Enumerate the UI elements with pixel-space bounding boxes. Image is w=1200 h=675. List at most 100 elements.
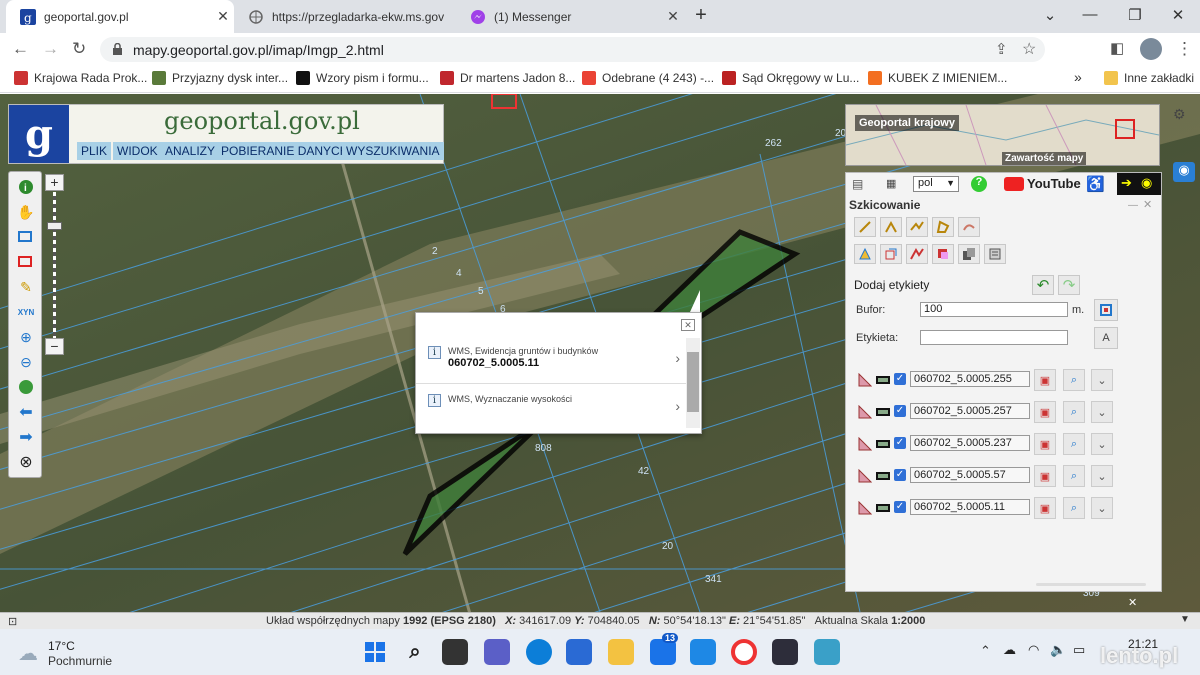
other-bookmarks[interactable]: Inne zakładki	[1104, 71, 1194, 85]
draw-line-icon[interactable]	[880, 217, 902, 237]
delete-sketch-icon[interactable]: ▣	[1034, 369, 1056, 391]
zoom-to-sketch-icon[interactable]: ⌕	[1063, 497, 1085, 519]
label-input[interactable]	[920, 330, 1068, 345]
move-shape-icon[interactable]	[880, 244, 902, 264]
chevron-right-icon[interactable]: ›	[675, 398, 680, 414]
redo-icon[interactable]: ↷	[1058, 275, 1080, 295]
menu-plik[interactable]: PLIK	[77, 142, 112, 160]
zoom-in-button[interactable]: +	[45, 174, 64, 191]
status-toggle-icon[interactable]: ⊡	[8, 615, 17, 628]
panel-close-icon[interactable]: ✕	[1143, 198, 1152, 211]
undo-icon[interactable]: ↶	[1032, 275, 1054, 295]
zoom-to-sketch-icon[interactable]: ⌕	[1063, 433, 1085, 455]
panel-minimize-icon[interactable]: —	[1128, 200, 1138, 211]
zoom-to-sketch-icon[interactable]: ⌕	[1063, 465, 1085, 487]
tab-ekw[interactable]: https://przegladarka-ekw.ms.gov	[234, 0, 456, 33]
expand-chevron-icon[interactable]: ⌄	[1091, 433, 1113, 455]
popup-scrollbar[interactable]	[686, 338, 700, 428]
chevron-right-icon[interactable]: ›	[675, 350, 680, 366]
back-arrow-icon[interactable]: ⬅	[16, 403, 36, 421]
zoom-to-sketch-icon[interactable]: ⌕	[1063, 369, 1085, 391]
measure-icon[interactable]: ▦	[886, 177, 896, 190]
zoom-slider[interactable]: + −	[45, 174, 65, 355]
expand-chevron-icon[interactable]: ⌄	[1091, 369, 1113, 391]
xyn-coordinates-icon[interactable]: XYN	[16, 303, 36, 321]
menu-dots-icon[interactable]: ⋮	[1176, 39, 1193, 59]
style-swatch[interactable]	[876, 408, 890, 416]
tab-geoportal[interactable]: g geoportal.gov.pl ✕	[6, 0, 234, 33]
chrome-icon[interactable]	[731, 639, 757, 665]
panel-scrollbar[interactable]	[1036, 583, 1146, 586]
tab-messenger[interactable]: (1) Messenger ✕	[456, 0, 684, 33]
visibility-checkbox[interactable]: ✓	[894, 501, 906, 513]
new-tab-button[interactable]: +	[691, 4, 711, 27]
bookmark-item[interactable]: Przyjazny dysk inter...	[152, 71, 288, 85]
wheelchair-icon[interactable]: ♿	[1086, 175, 1105, 193]
label-font-icon[interactable]: A	[1094, 327, 1118, 349]
zoom-out-magnifier-icon[interactable]: ⊖	[16, 353, 36, 371]
delete-sketch-icon[interactable]: ▣	[1034, 401, 1056, 423]
app-icon[interactable]	[772, 639, 798, 665]
close-icon[interactable]: ✕	[662, 8, 684, 25]
delete-shape-icon[interactable]	[932, 244, 954, 264]
wifi-icon[interactable]: ◠	[1028, 642, 1039, 658]
status-collapse-icon[interactable]: ▼	[1180, 614, 1190, 625]
apply-buffer-icon[interactable]	[1094, 299, 1118, 321]
map-contents-link[interactable]: Zawartość mapy	[1002, 152, 1087, 165]
style-swatch[interactable]	[876, 504, 890, 512]
globe-icon[interactable]	[16, 378, 36, 396]
sketch-name-input[interactable]: 060702_5.0005.57	[910, 467, 1030, 483]
delete-sketch-icon[interactable]: ▣	[1034, 433, 1056, 455]
style-swatch[interactable]	[876, 376, 890, 384]
zoom-out-button[interactable]: −	[45, 338, 64, 355]
pencil-icon[interactable]: ✎	[16, 278, 36, 296]
bookmark-item[interactable]: Dr martens Jadon 8...	[440, 71, 575, 85]
language-select[interactable]: pol ▼	[913, 176, 959, 192]
edit-shape-icon[interactable]	[854, 244, 876, 264]
menu-wyszukiwania[interactable]: WYSZUKIWANIA	[342, 142, 444, 160]
back-arrow-icon[interactable]: ←	[12, 39, 29, 59]
bookmark-item[interactable]: KUBEK Z IMIENIEM...	[868, 71, 1007, 85]
select-red-icon[interactable]	[16, 253, 36, 271]
visibility-checkbox[interactable]: ✓	[894, 373, 906, 385]
visibility-eye-icon[interactable]: ◉	[1173, 162, 1195, 182]
bookmark-item[interactable]: Wzory pism i formu...	[296, 71, 429, 85]
scrollbar-thumb[interactable]	[687, 352, 699, 412]
expand-chevron-icon[interactable]: ⌄	[1091, 401, 1113, 423]
mail-icon[interactable]: 13	[650, 633, 679, 665]
menu-widok[interactable]: WIDOK	[113, 142, 162, 160]
buffer-icon[interactable]	[906, 244, 928, 264]
delete-sketch-icon[interactable]: ▣	[1034, 465, 1056, 487]
teams-chat-icon[interactable]	[484, 639, 510, 665]
visibility-checkbox[interactable]: ✓	[894, 469, 906, 481]
contrast-toggle[interactable]: ➔ ◉	[1117, 173, 1161, 195]
overview-minimap[interactable]: Geoportal krajowy Zawartość mapy	[845, 104, 1160, 166]
address-bar[interactable]: mapy.geoportal.gov.pl/imap/Imgp_2.html ⇪…	[100, 37, 1045, 62]
remote-desktop-icon[interactable]	[690, 639, 716, 665]
help-icon[interactable]: ?	[971, 176, 987, 192]
app-icon[interactable]	[814, 639, 840, 665]
file-explorer-icon[interactable]	[608, 639, 634, 665]
buffer-input[interactable]: 100	[920, 302, 1068, 317]
fullscreen-icon[interactable]: ⊗	[16, 453, 36, 471]
popup-item-egib[interactable]: i WMS, Ewidencja gruntów i budynków 0607…	[416, 338, 686, 384]
tab-search-icon[interactable]: ⌄	[1040, 6, 1060, 24]
close-icon[interactable]: ✕	[212, 8, 234, 25]
style-swatch[interactable]	[876, 472, 890, 480]
weather-temp[interactable]: 17°C	[48, 639, 75, 653]
window-close-icon[interactable]: ✕	[1168, 6, 1188, 24]
tray-app-icon[interactable]: ☁	[1003, 642, 1016, 658]
menu-pobieranie-danych[interactable]: POBIERANIE DANYCH	[217, 142, 353, 160]
settings-icon[interactable]: ⚙	[1173, 106, 1186, 123]
bookmark-item[interactable]: Krajowa Rada Prok...	[14, 71, 147, 85]
reload-icon[interactable]: ↻	[72, 39, 86, 59]
forward-arrow-icon[interactable]: ➡	[16, 428, 36, 446]
avatar[interactable]	[1140, 38, 1162, 60]
select-rectangle-icon[interactable]	[16, 228, 36, 246]
bookmarks-more-button[interactable]: »	[1074, 69, 1082, 85]
edge-icon[interactable]	[526, 639, 552, 665]
popup-close-icon[interactable]: ✕	[681, 319, 695, 331]
tray-chevron-icon[interactable]: ⌃	[980, 643, 991, 659]
windows-start-icon[interactable]	[362, 639, 388, 665]
minimize-icon[interactable]: —	[1080, 6, 1100, 23]
